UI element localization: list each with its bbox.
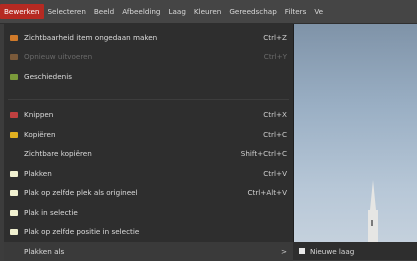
scissors-icon: [10, 111, 18, 118]
menu-separator: [8, 99, 289, 100]
menu-colors[interactable]: Kleuren: [190, 4, 225, 19]
redo-icon: [10, 53, 18, 60]
menu-edit[interactable]: Bewerken: [0, 4, 44, 19]
menu-item-shortcut: Ctrl+Y: [263, 52, 287, 61]
menu-item-shortcut: Shift+Ctrl+C: [240, 149, 287, 158]
menu-item-paste-as[interactable]: Plakken als >: [4, 242, 293, 261]
menu-item-label: Zichtbare kopiëren: [24, 149, 92, 158]
menu-windows[interactable]: Ve: [310, 4, 327, 19]
paste-icon: [10, 189, 18, 196]
menu-item-shortcut: Ctrl+V: [263, 169, 287, 178]
copy-icon: [10, 131, 18, 138]
blank-icon: [10, 151, 18, 157]
menu-item-paste-in-place[interactable]: Plak op zelfde plek als origineel Ctrl+A…: [4, 183, 293, 202]
menu-item-history[interactable]: Geschiedenis: [4, 67, 293, 86]
history-icon: [10, 73, 18, 80]
menu-item-shortcut: Ctrl+Alt+V: [247, 188, 287, 197]
menu-item-paste-into[interactable]: Plak in selectie: [4, 203, 293, 222]
menu-item-label: Opnieuw uitvoeren: [24, 52, 93, 61]
menu-tools[interactable]: Gereedschap: [225, 4, 280, 19]
menu-item-copy-visible[interactable]: Zichtbare kopiëren Shift+Ctrl+C: [4, 144, 293, 163]
menu-item-label: Plak op zelfde plek als origineel: [24, 188, 138, 197]
menu-item-copy[interactable]: Kopiëren Ctrl+C: [4, 125, 293, 144]
menu-item-label: Plak op zelfde positie in selectie: [24, 227, 140, 236]
menu-item-cut[interactable]: Knippen Ctrl+X: [4, 105, 293, 124]
submenu-item-label: Nieuwe laag: [310, 246, 355, 256]
menu-item-label: Kopiëren: [24, 130, 56, 139]
menu-view[interactable]: Beeld: [90, 4, 118, 19]
menu-select[interactable]: Selecteren: [44, 4, 90, 19]
blank-icon: [10, 249, 18, 255]
image-canvas[interactable]: [293, 24, 417, 260]
paste-icon: [10, 209, 18, 216]
submenu-arrow-icon: >: [280, 247, 287, 256]
undo-icon: [10, 34, 18, 41]
menu-item-paste-into-in-place[interactable]: Plak op zelfde positie in selectie: [4, 222, 293, 241]
menu-item-redo[interactable]: Opnieuw uitvoeren Ctrl+Y: [4, 47, 293, 66]
menu-item-undo[interactable]: Zichtbaarheid item ongedaan maken Ctrl+Z: [4, 28, 293, 47]
menubar: Bewerken Selecteren Beeld Afbeelding Laa…: [0, 0, 417, 24]
submenu-item-new-layer[interactable]: Nieuwe laag: [293, 242, 417, 260]
menu-item-shortcut: Ctrl+Z: [263, 33, 287, 42]
menu-layer[interactable]: Laag: [165, 4, 190, 19]
menu-item-label: Plakken: [24, 169, 52, 178]
menu-item-label: Knippen: [24, 110, 54, 119]
menu-item-paste[interactable]: Plakken Ctrl+V: [4, 164, 293, 183]
menu-filters[interactable]: Filters: [281, 4, 311, 19]
paste-icon: [10, 170, 18, 177]
edit-dropdown-menu: Zichtbaarheid item ongedaan maken Ctrl+Z…: [4, 24, 294, 261]
menu-item-label: Geschiedenis: [24, 72, 72, 81]
menu-image[interactable]: Afbeelding: [118, 4, 164, 19]
menu-item-label: Zichtbaarheid item ongedaan maken: [24, 33, 158, 42]
menu-item-shortcut: Ctrl+C: [263, 130, 287, 139]
checkbox-icon: [299, 248, 305, 254]
paste-icon: [10, 228, 18, 235]
menu-item-label: Plakken als: [24, 247, 65, 256]
menu-item-label: Plak in selectie: [24, 208, 78, 217]
menu-item-shortcut: Ctrl+X: [263, 110, 287, 119]
